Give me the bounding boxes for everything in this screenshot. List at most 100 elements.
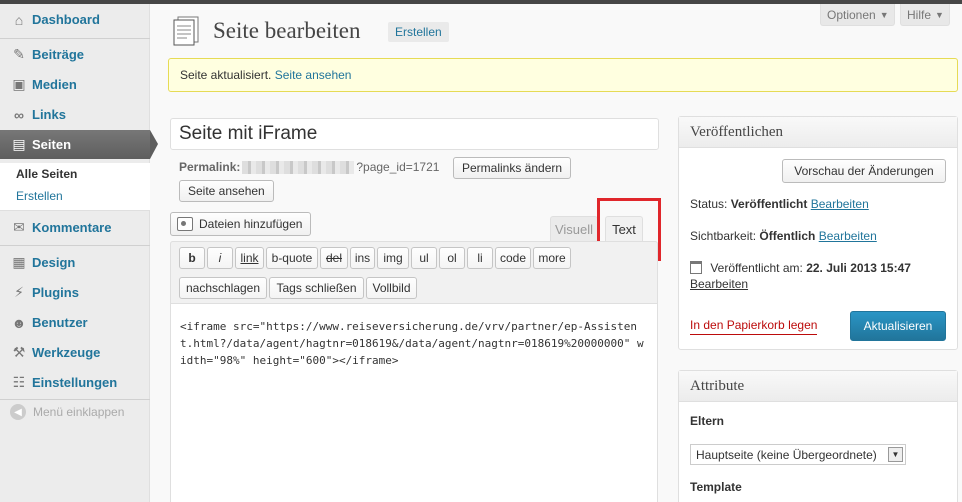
tab-visual[interactable]: Visuell [550, 216, 598, 241]
media-icon: ▣ [12, 76, 26, 92]
editor-textarea[interactable]: <iframe src="https://www.reiseversicheru… [180, 318, 650, 369]
published-label: Veröffentlicht am: [710, 261, 803, 275]
permalink-suffix: ?page_id=1721 [356, 160, 440, 174]
menu-settings[interactable]: ☷ Einstellungen [0, 368, 150, 397]
parent-label: Eltern [690, 414, 725, 428]
parent-select[interactable]: Hauptseite (keine Übergeordnete) ▼ [690, 444, 906, 465]
publish-box-title: Veröffentlichen [679, 117, 957, 148]
published-value: 22. Juli 2013 15:47 [806, 261, 911, 275]
visibility-value: Öffentlich [759, 229, 816, 243]
move-to-trash-link[interactable]: In den Papierkorb legen [690, 318, 818, 335]
blurred-url [242, 160, 355, 174]
menu-label: Dashboard [32, 12, 100, 27]
screen-options-label: Optionen [827, 7, 876, 22]
visibility-row: Sichtbarkeit: Öffentlich Bearbeiten [690, 229, 877, 243]
tools-icon: ⚒ [12, 344, 26, 360]
menu-design[interactable]: ▦ Design [0, 248, 150, 277]
screen-options-button[interactable]: Optionen ▼ [820, 4, 895, 26]
add-media-label: Dateien hinzufügen [199, 217, 303, 231]
change-permalinks-button[interactable]: Permalinks ändern [453, 157, 572, 179]
menu-label: Einstellungen [32, 375, 118, 390]
menu-dashboard[interactable]: ⌂ Dashboard [0, 5, 150, 34]
menu-label: Design [32, 255, 76, 270]
page-title: Seite bearbeiten [213, 18, 361, 43]
chevron-down-icon: ▼ [935, 9, 944, 20]
view-page-button[interactable]: Seite ansehen [179, 180, 274, 202]
menu-label: Werkzeuge [32, 345, 101, 360]
help-label: Hilfe [907, 7, 932, 22]
menu-users[interactable]: ☻ Benutzer [0, 308, 150, 337]
status-label: Status: [690, 197, 728, 211]
preview-changes-button[interactable]: Vorschau der Änderungen [782, 159, 946, 183]
template-label: Template [690, 480, 742, 494]
qt-bold-button[interactable]: b [179, 247, 205, 269]
chevron-down-icon: ▼ [879, 9, 889, 20]
notice-text: Seite aktualisiert. [180, 68, 272, 82]
menu-separator [0, 399, 150, 400]
visibility-edit-link[interactable]: Bearbeiten [819, 229, 877, 243]
plugin-icon: ⚡ [14, 284, 24, 300]
qt-code-button[interactable]: code [495, 247, 531, 269]
published-edit-link[interactable]: Bearbeiten [690, 277, 748, 291]
parent-select-value: Hauptseite (keine Übergeordnete) [696, 447, 877, 462]
menu-label: Medien [32, 77, 77, 92]
menu-posts[interactable]: ✎ Beiträge [0, 40, 150, 69]
menu-label: Benutzer [32, 315, 88, 330]
comment-icon: ✉ [13, 219, 25, 235]
menu-label: Beiträge [32, 47, 85, 62]
menu-media[interactable]: ▣ Medien [0, 70, 150, 99]
add-new-button[interactable]: Erstellen [388, 22, 449, 42]
menu-comments[interactable]: ✉ Kommentare [0, 213, 150, 242]
status-row: Status: Veröffentlicht Bearbeiten [690, 197, 869, 211]
collapse-menu[interactable]: ◀ Menü einklappen [10, 404, 124, 420]
menu-links[interactable]: ∞ Links [0, 100, 150, 129]
users-icon: ☻ [11, 314, 27, 331]
menu-pages[interactable]: ▤ Seiten [0, 130, 158, 159]
qt-bquote-button[interactable]: b-quote [266, 247, 318, 269]
settings-icon: ☷ [12, 374, 26, 390]
qt-italic-button[interactable]: i [207, 247, 233, 269]
media-icon [177, 217, 193, 231]
update-button[interactable]: Aktualisieren [850, 311, 946, 341]
design-icon: ▦ [12, 254, 26, 270]
pages-icon: ▤ [12, 136, 26, 152]
help-button[interactable]: Hilfe ▼ [900, 4, 950, 26]
qt-li-button[interactable]: li [467, 247, 493, 269]
collapse-label: Menü einklappen [33, 405, 125, 419]
admin-sidebar: ⌂ Dashboard ✎ Beiträge ▣ Medien ∞ Links … [0, 4, 158, 502]
submenu-add-new[interactable]: Erstellen [16, 189, 63, 203]
status-edit-link[interactable]: Bearbeiten [811, 197, 869, 211]
permalink-label: Permalink: [179, 160, 241, 174]
attributes-box-title: Attribute [679, 371, 957, 402]
menu-label: Plugins [32, 285, 79, 300]
submenu-all-pages[interactable]: Alle Seiten [16, 167, 77, 181]
post-title-input[interactable]: Seite mit iFrame [170, 118, 659, 150]
add-media-button[interactable]: Dateien hinzufügen [170, 212, 312, 236]
visibility-label: Sichtbarkeit: [690, 229, 757, 243]
notice-view-link[interactable]: Seite ansehen [275, 68, 352, 82]
qt-ins-button[interactable]: ins [350, 247, 375, 269]
qt-ul-button[interactable]: ul [411, 247, 437, 269]
qt-more-button[interactable]: more [533, 247, 571, 269]
status-value: Veröffentlicht [730, 197, 808, 211]
menu-tools[interactable]: ⚒ Werkzeuge [0, 338, 150, 367]
update-notice: Seite aktualisiert. Seite ansehen [168, 58, 958, 92]
qt-link-button[interactable]: link [235, 247, 264, 269]
pages-icon [173, 16, 199, 46]
pushpin-icon: ✎ [13, 46, 25, 62]
menu-separator [0, 245, 150, 246]
qt-del-button[interactable]: del [320, 247, 348, 269]
calendar-icon [690, 261, 702, 274]
link-icon: ∞ [14, 106, 24, 123]
published-date-row: Veröffentlicht am: 22. Juli 2013 15:47 [690, 261, 911, 275]
qt-ol-button[interactable]: ol [439, 247, 465, 269]
dashboard-icon: ⌂ [14, 11, 24, 28]
qt-close-tags-button[interactable]: Tags schließen [269, 277, 364, 299]
qt-fullscreen-button[interactable]: Vollbild [366, 277, 417, 299]
qt-lookup-button[interactable]: nachschlagen [179, 277, 267, 299]
permalink-row: Permalink: ?page_id=1721 [179, 160, 439, 174]
menu-label: Links [32, 107, 66, 122]
collapse-arrow-icon: ◀ [10, 404, 26, 420]
qt-img-button[interactable]: img [377, 247, 409, 269]
menu-plugins[interactable]: ⚡ Plugins [0, 278, 150, 307]
